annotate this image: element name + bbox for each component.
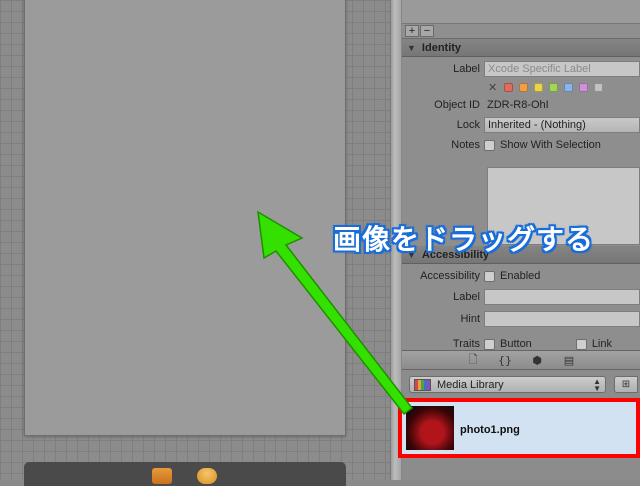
label-color-orange[interactable] (519, 82, 529, 92)
label-color-green[interactable] (549, 82, 559, 92)
accessibility-enabled-checkbox[interactable] (484, 270, 495, 282)
label-color-gray[interactable] (594, 82, 604, 92)
object-id-value: ZDR-R8-OhI (487, 99, 549, 111)
label-field[interactable]: Xcode Specific Label (484, 61, 640, 77)
acc-label-row: Label (402, 286, 640, 308)
traits-link-label: Link (591, 338, 612, 350)
file-template-icon[interactable]: 🗋 (465, 353, 481, 367)
photo-thumbnail[interactable] (406, 406, 454, 450)
traits-label: Traits (452, 338, 480, 350)
label-color-picker: ✕ (402, 79, 640, 95)
identity-header-label: Identity (421, 41, 462, 54)
code-snippet-icon[interactable]: {} (497, 353, 513, 367)
acc-label-label: Label (453, 291, 480, 303)
drag-instruction-callout: 画像をドラッグする (333, 223, 595, 256)
hint-field[interactable] (484, 311, 640, 327)
media-library-icon[interactable]: ▤ (561, 353, 577, 367)
traits-row: Traits Button Link (402, 334, 640, 350)
lock-select[interactable]: Inherited - (Nothing) (484, 117, 640, 133)
label-label: Label (453, 63, 480, 75)
scene-dock (24, 462, 346, 486)
traits-link-checkbox[interactable] (575, 338, 587, 350)
traits-button-label: Button (500, 338, 532, 350)
hint-row: Hint (402, 308, 640, 330)
label-color-purple[interactable] (579, 82, 589, 92)
select-arrows-icon: ▲ ▼ (593, 377, 601, 393)
view-controller-icon[interactable] (197, 468, 217, 484)
grid-view-toggle[interactable]: ⊞ (614, 376, 638, 393)
hint-label: Hint (460, 313, 480, 325)
accessibility-row: Accessibility Enabled (402, 266, 640, 286)
lock-label: Lock (456, 119, 480, 131)
inspector-top-area (402, 0, 640, 24)
remove-button[interactable]: − (420, 25, 434, 37)
library-tab-bar: 🗋 {} ⬢ ▤ (402, 350, 640, 370)
accessibility-section: Accessibility Enabled Label Hint Traits … (402, 266, 640, 350)
accessibility-label: Accessibility (420, 270, 480, 282)
media-item-photo1[interactable]: photo1.png (398, 398, 640, 458)
object-id-label: Object ID (434, 99, 480, 111)
acc-label-field[interactable] (484, 289, 640, 305)
label-row: Label Xcode Specific Label (402, 59, 640, 79)
identity-inspector: + − ▼ Identity Label Xcode Specific Labe… (402, 0, 640, 350)
library-selector-label: Media Library (437, 378, 504, 391)
storyboard-canvas[interactable] (0, 0, 390, 486)
media-library-icon (414, 378, 431, 391)
notes-row: Notes Show With Selection (402, 135, 640, 155)
add-remove-bar: + − (402, 24, 640, 39)
view-controller-scene[interactable] (24, 0, 346, 436)
first-responder-icon[interactable] (152, 468, 172, 484)
label-color-yellow[interactable] (534, 82, 544, 92)
identity-section-header[interactable]: ▼ Identity (402, 39, 640, 57)
lock-row: Lock Inherited - (Nothing) (402, 115, 640, 135)
add-button[interactable]: + (405, 25, 419, 37)
notes-label: Notes (451, 139, 480, 151)
label-color-red[interactable] (504, 82, 514, 92)
label-color-blue[interactable] (564, 82, 574, 92)
library-selector[interactable]: Media Library ▲ ▼ (409, 376, 606, 393)
show-with-selection-label: Show With Selection (500, 139, 601, 151)
disclosure-triangle-icon[interactable]: ▼ (407, 43, 416, 53)
clear-color-icon[interactable]: ✕ (488, 81, 497, 94)
object-id-row: Object ID ZDR-R8-OhI (402, 95, 640, 115)
object-library-icon[interactable]: ⬢ (529, 353, 545, 367)
media-item-name: photo1.png (460, 424, 520, 436)
traits-button-checkbox[interactable] (484, 338, 495, 350)
accessibility-enabled-label: Enabled (500, 270, 541, 282)
show-with-selection-checkbox[interactable] (484, 139, 495, 151)
